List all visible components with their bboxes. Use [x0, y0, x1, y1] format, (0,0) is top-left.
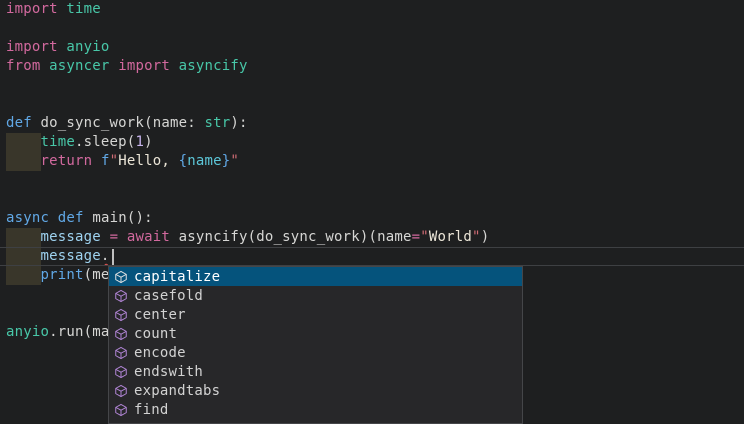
indent-highlight — [6, 152, 41, 171]
code-line-9[interactable]: return f"Hello, {name}" — [0, 152, 744, 171]
indent-highlight — [6, 228, 41, 247]
suggestion-item-casefold[interactable]: casefold — [109, 286, 522, 305]
code-token: anyio — [6, 324, 49, 340]
suggestion-label: encode — [134, 345, 186, 361]
code-token — [101, 229, 110, 245]
suggestion-item-endswith[interactable]: endswith — [109, 362, 522, 381]
code-line-11[interactable] — [0, 190, 744, 209]
suggestion-label: expandtabs — [134, 383, 220, 399]
code-line-7[interactable]: def do_sync_work(name: str): — [0, 114, 744, 133]
code-editor: { "editor": { "colors": { "background": … — [0, 0, 744, 421]
code-line-5[interactable] — [0, 76, 744, 95]
code-token: .sleep( — [75, 134, 135, 150]
method-cube-icon — [114, 384, 128, 398]
code-line-4[interactable]: from asyncer import asyncify — [0, 57, 744, 76]
code-token: = — [110, 229, 119, 245]
code-token — [118, 229, 127, 245]
suggestion-label: endswith — [134, 364, 203, 380]
code-token — [41, 58, 50, 74]
code-token: ) — [481, 229, 490, 245]
code-token: import — [118, 58, 170, 74]
code-token: await — [127, 229, 170, 245]
code-token: f — [101, 153, 110, 169]
code-line-8[interactable]: time.sleep(1) — [0, 133, 744, 152]
code-token: World — [429, 229, 472, 245]
code-token: " — [420, 229, 429, 245]
code-token: ) — [144, 134, 153, 150]
code-token: " — [472, 229, 481, 245]
code-line-10[interactable] — [0, 171, 744, 190]
code-token: anyio — [66, 39, 109, 55]
suggestion-label: center — [134, 307, 186, 323]
code-token: def — [58, 210, 84, 226]
code-token: import — [6, 39, 58, 55]
code-token: str — [204, 115, 230, 131]
code-line-13[interactable]: message = await asyncify(do_sync_work)(n… — [0, 228, 744, 247]
code-token — [92, 153, 101, 169]
suggestion-item-count[interactable]: count — [109, 324, 522, 343]
method-cube-icon — [114, 346, 128, 360]
code-line-1[interactable]: import time — [0, 0, 744, 19]
code-line-2[interactable] — [0, 19, 744, 38]
suggestion-label: casefold — [134, 288, 203, 304]
code-token: time — [41, 134, 76, 150]
code-token: message — [41, 229, 101, 245]
method-cube-icon — [114, 289, 128, 303]
code-line-6[interactable] — [0, 95, 744, 114]
code-token: asyncer — [49, 58, 109, 74]
indent-highlight — [6, 266, 41, 285]
code-token: asyncify — [179, 58, 248, 74]
method-cube-icon — [114, 403, 128, 417]
suggestion-item-find[interactable]: find — [109, 400, 522, 419]
code-token: asyncify(do_sync_work)(name — [170, 229, 412, 245]
code-token: do_sync_work(name: — [32, 115, 205, 131]
code-token: = — [412, 229, 421, 245]
code-token: print — [41, 267, 84, 283]
suggestion-label: count — [134, 326, 177, 342]
indent-highlight — [6, 133, 41, 152]
code-token: { — [179, 153, 188, 169]
method-cube-icon — [114, 270, 128, 284]
code-token: 1 — [135, 134, 144, 150]
code-token: message — [41, 248, 101, 264]
code-line-12[interactable]: async def main(): — [0, 209, 744, 228]
suggestion-item-encode[interactable]: encode — [109, 343, 522, 362]
code-token: def — [6, 115, 32, 131]
code-line-3[interactable]: import anyio — [0, 38, 744, 57]
suggestion-item-center[interactable]: center — [109, 305, 522, 324]
code-token: from — [6, 58, 41, 74]
code-token: " — [110, 153, 119, 169]
code-token: Hello, — [118, 153, 178, 169]
code-token: . — [101, 248, 110, 264]
method-cube-icon — [114, 327, 128, 341]
code-token: ): — [230, 115, 247, 131]
code-token: " — [230, 153, 239, 169]
code-token: .run(ma — [49, 324, 109, 340]
code-token: name — [187, 153, 222, 169]
suggestion-item-capitalize[interactable]: capitalize — [109, 267, 522, 286]
code-token — [110, 58, 119, 74]
suggest-widget: capitalize casefold center count encode endsw… — [108, 266, 523, 424]
code-token — [49, 210, 58, 226]
code-token: return — [41, 153, 93, 169]
code-token: time — [66, 1, 101, 17]
method-cube-icon — [114, 365, 128, 379]
method-cube-icon — [114, 308, 128, 322]
text-cursor — [112, 249, 114, 265]
indent-highlight — [6, 248, 41, 265]
suggestion-item-expandtabs[interactable]: expandtabs — [109, 381, 522, 400]
code-token — [170, 58, 179, 74]
code-token: import — [6, 1, 58, 17]
suggestion-label: capitalize — [134, 269, 220, 285]
code-token: (me — [84, 267, 110, 283]
code-token: async — [6, 210, 49, 226]
suggestion-label: find — [134, 402, 169, 418]
code-token: main(): — [84, 210, 153, 226]
